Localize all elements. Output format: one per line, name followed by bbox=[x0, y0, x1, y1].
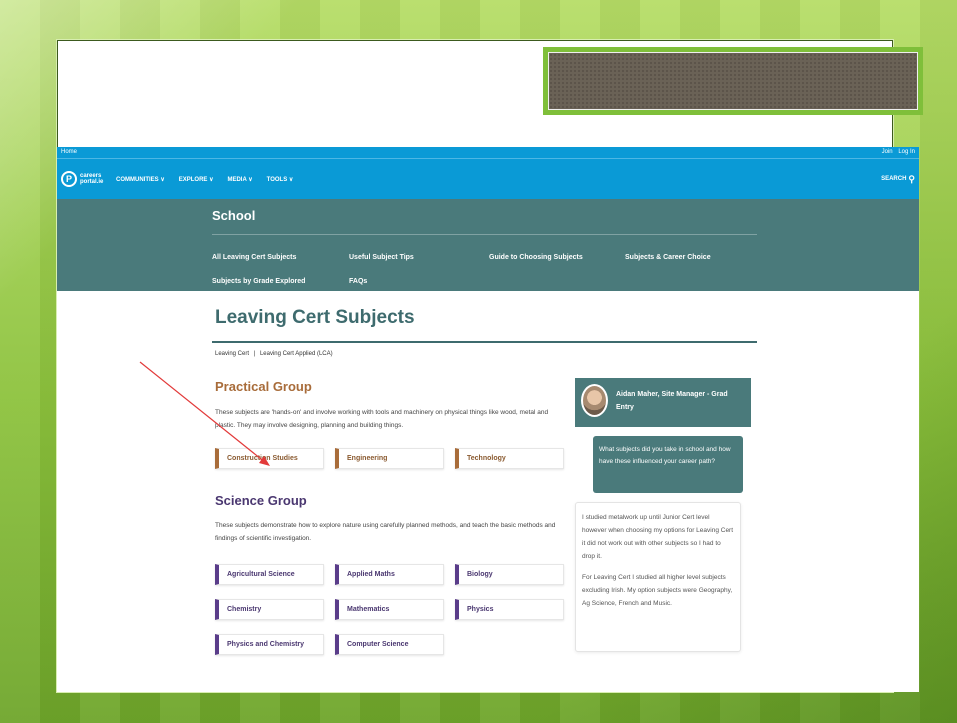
link-career-choice[interactable]: Subjects & Career Choice bbox=[625, 254, 711, 261]
account-links: Join Log In bbox=[878, 147, 915, 158]
link-all-subjects[interactable]: All Leaving Cert Subjects bbox=[212, 254, 296, 261]
top-utility-bar: Home Join Log In bbox=[57, 147, 919, 158]
site-logo[interactable]: P careers portal.ie bbox=[61, 171, 104, 187]
section-title: School bbox=[212, 208, 256, 223]
staff-answer: I studied metalwork up until Junior Cert… bbox=[575, 502, 741, 652]
staff-question: What subjects did you take in school and… bbox=[593, 436, 743, 493]
section-header: School All Leaving Cert Subjects Useful … bbox=[57, 199, 919, 291]
staff-answer-paragraph-2: For Leaving Cert I studied all higher le… bbox=[582, 574, 733, 607]
subject-physics[interactable]: Physics bbox=[455, 599, 564, 620]
subject-technology[interactable]: Technology bbox=[455, 448, 564, 469]
home-link[interactable]: Home bbox=[61, 147, 77, 158]
search-button[interactable]: SEARCH ⚲ bbox=[881, 174, 915, 185]
nav-media[interactable]: MEDIA ∨ bbox=[227, 176, 252, 183]
link-faqs[interactable]: FAQs bbox=[349, 278, 367, 285]
title-divider bbox=[212, 341, 757, 343]
logo-icon: P bbox=[61, 171, 77, 187]
breadcrumb-lca[interactable]: Leaving Cert Applied (LCA) bbox=[260, 351, 333, 357]
login-link[interactable]: Log In bbox=[898, 149, 915, 155]
search-label: SEARCH bbox=[881, 176, 907, 182]
breadcrumb: Leaving Cert | Leaving Cert Applied (LCA… bbox=[215, 351, 333, 357]
search-icon: ⚲ bbox=[908, 173, 915, 184]
staff-name: Aidan Maher, Site Manager - Grad Entry bbox=[616, 391, 728, 411]
logo-text: careers portal.ie bbox=[80, 173, 104, 185]
subject-computer-science[interactable]: Computer Science bbox=[335, 634, 444, 655]
staff-profile-card: Aidan Maher, Site Manager - Grad Entry W… bbox=[575, 378, 751, 652]
science-group-title: Science Group bbox=[215, 493, 307, 508]
subject-engineering[interactable]: Engineering bbox=[335, 448, 444, 469]
subject-biology[interactable]: Biology bbox=[455, 564, 564, 585]
section-divider bbox=[212, 234, 757, 235]
website-screenshot: Home Join Log In P careers portal.ie COM… bbox=[57, 147, 919, 692]
subject-mathematics[interactable]: Mathematics bbox=[335, 599, 444, 620]
subject-chemistry[interactable]: Chemistry bbox=[215, 599, 324, 620]
breadcrumb-leaving-cert[interactable]: Leaving Cert bbox=[215, 351, 249, 357]
title-placeholder-frame bbox=[543, 47, 923, 115]
breadcrumb-separator: | bbox=[253, 351, 256, 357]
main-navbar: P careers portal.ie COMMUNITIES ∨ EXPLOR… bbox=[57, 158, 919, 199]
title-placeholder bbox=[548, 52, 918, 110]
practical-group-description: These subjects are 'hands-on' and involv… bbox=[215, 409, 549, 429]
subject-construction-studies[interactable]: Construction Studies bbox=[215, 448, 324, 469]
nav-explore[interactable]: EXPLORE ∨ bbox=[179, 176, 214, 183]
nav-communities[interactable]: COMMUNITIES ∨ bbox=[116, 176, 165, 183]
link-grade-explored[interactable]: Subjects by Grade Explored bbox=[212, 278, 305, 285]
staff-answer-paragraph-1: I studied metalwork up until Junior Cert… bbox=[582, 514, 734, 560]
science-group-description: These subjects demonstrate how to explor… bbox=[215, 522, 556, 542]
subject-agricultural-science[interactable]: Agricultural Science bbox=[215, 564, 324, 585]
main-content: Leaving Cert Subjects Leaving Cert | Lea… bbox=[57, 291, 919, 692]
link-choosing-subjects[interactable]: Guide to Choosing Subjects bbox=[489, 254, 583, 261]
staff-card-header: Aidan Maher, Site Manager - Grad Entry bbox=[575, 378, 751, 427]
subject-applied-maths[interactable]: Applied Maths bbox=[335, 564, 444, 585]
avatar bbox=[581, 384, 608, 417]
link-subject-tips[interactable]: Useful Subject Tips bbox=[349, 254, 414, 261]
page-title: Leaving Cert Subjects bbox=[215, 307, 415, 328]
join-link[interactable]: Join bbox=[882, 149, 893, 155]
nav-tools[interactable]: TOOLS ∨ bbox=[267, 176, 294, 183]
practical-group-title: Practical Group bbox=[215, 379, 312, 394]
subject-physics-and-chemistry[interactable]: Physics and Chemistry bbox=[215, 634, 324, 655]
